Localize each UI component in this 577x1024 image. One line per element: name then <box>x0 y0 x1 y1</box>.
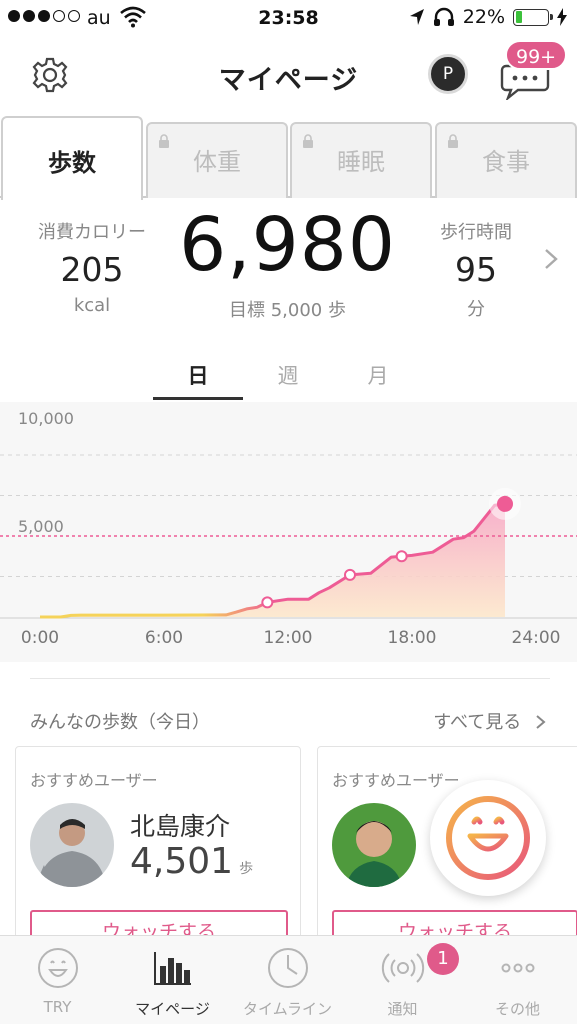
x-tick-label: 12:00 <box>263 628 313 648</box>
category-tabs: 歩数 体重 睡眠 食事 <box>0 116 577 200</box>
recommended-user-card[interactable]: おすすめユーザー 北島康介 4,501 歩 ウォッチする <box>15 746 301 966</box>
steps-unit: 歩 <box>239 861 254 877</box>
step-goal: 目標 5,000 歩 <box>229 300 346 321</box>
chevron-right-icon <box>536 715 546 729</box>
nav-label: TRY <box>43 998 72 1016</box>
smile-icon <box>37 948 78 988</box>
headphones-icon <box>433 7 454 26</box>
app-header: マイページ P 99+ <box>0 40 577 112</box>
broadcast-icon <box>381 953 424 983</box>
daily-stats[interactable]: 消費カロリー 205 kcal 6,980 目標 5,000 歩 歩行時間 95… <box>0 200 577 340</box>
nav-label: その他 <box>494 1000 540 1018</box>
chevron-right-icon[interactable] <box>543 248 559 270</box>
x-tick-label: 6:00 <box>144 628 184 648</box>
nav-more[interactable]: その他 <box>460 946 575 1019</box>
charging-bolt-icon <box>557 8 567 26</box>
avatar[interactable] <box>30 803 114 887</box>
data-point-marker <box>344 568 356 581</box>
notification-count-badge: 99+ <box>505 40 568 70</box>
walk-time-unit: 分 <box>467 299 485 320</box>
floating-try-button[interactable] <box>430 780 546 896</box>
notification-badge: 1 <box>427 943 459 975</box>
x-tick-label: 0:00 <box>20 628 60 648</box>
tab-month[interactable]: 月 <box>333 360 423 390</box>
y-tick-label: 5,000 <box>18 517 64 536</box>
smile-icon <box>446 796 530 880</box>
section-divider <box>30 678 550 679</box>
x-tick-label: 18:00 <box>387 628 437 648</box>
avatar[interactable] <box>332 803 416 887</box>
nav-label: 通知 <box>387 1000 418 1018</box>
x-tick-label: 24:00 <box>511 628 561 648</box>
clock-icon <box>267 948 308 988</box>
steps-chart: 10,000 5,000 0:00 6:00 12:00 18:00 24:00 <box>0 402 577 662</box>
calories-stat: 消費カロリー 205 kcal <box>22 218 162 316</box>
bottom-navigation: TRY マイページ タイムライン 通知 その他 <box>0 935 577 1024</box>
nav-mypage[interactable]: マイページ <box>115 946 230 1019</box>
tab-steps[interactable]: 歩数 <box>1 116 143 200</box>
tab-label: 体重 <box>193 148 241 176</box>
nav-label: マイページ <box>135 1000 210 1018</box>
location-arrow-icon <box>409 9 424 25</box>
tab-week[interactable]: 週 <box>243 360 333 390</box>
steps-chart-svg <box>0 454 577 619</box>
tab-sleep[interactable]: 睡眠 <box>290 122 432 198</box>
community-section-title: みんなの歩数（今日） <box>30 712 210 733</box>
tab-label: 歩数 <box>48 149 96 177</box>
bar-chart-icon <box>153 952 191 985</box>
card-label: おすすめユーザー <box>30 771 158 790</box>
nav-timeline[interactable]: タイムライン <box>230 946 345 1019</box>
nav-try[interactable]: TRY <box>0 946 115 1016</box>
current-point-marker <box>497 495 513 512</box>
data-point-marker <box>261 596 274 609</box>
walk-time-value: 95 <box>455 250 497 289</box>
walk-time-label: 歩行時間 <box>440 222 512 243</box>
page-title: マイページ <box>218 65 359 96</box>
y-tick-label: 10,000 <box>18 409 74 428</box>
battery-icon <box>513 8 553 26</box>
battery-percent: 22% <box>462 6 505 28</box>
data-point-marker <box>395 550 408 563</box>
active-tab-indicator <box>153 397 243 400</box>
user-name: 北島康介 <box>130 812 231 841</box>
tab-day[interactable]: 日 <box>153 360 243 390</box>
more-icon <box>501 963 534 973</box>
lock-icon <box>159 134 169 148</box>
status-bar: au 23:58 22% <box>0 0 577 38</box>
nav-label: タイムライン <box>243 1000 332 1018</box>
lock-icon <box>448 134 458 148</box>
calories-unit: kcal <box>73 295 111 316</box>
tab-label: 食事 <box>482 148 530 176</box>
period-tabs: 日 週 月 <box>0 350 577 402</box>
user-steps-value: 4,501 <box>130 841 234 882</box>
calories-label: 消費カロリー <box>38 222 146 243</box>
lock-icon <box>303 134 313 148</box>
step-count: 6,980 <box>179 202 396 288</box>
points-button[interactable]: P <box>428 54 468 94</box>
see-all-label: すべて見る <box>433 712 522 733</box>
tab-weight[interactable]: 体重 <box>146 122 288 198</box>
tab-meal[interactable]: 食事 <box>435 122 577 198</box>
walk-time-stat: 歩行時間 95 分 <box>406 218 546 321</box>
see-all-link[interactable]: すべて見る <box>433 708 547 734</box>
calories-value: 205 <box>60 250 124 289</box>
user-steps: 4,501 歩 <box>130 841 253 882</box>
tab-label: 睡眠 <box>337 148 385 176</box>
